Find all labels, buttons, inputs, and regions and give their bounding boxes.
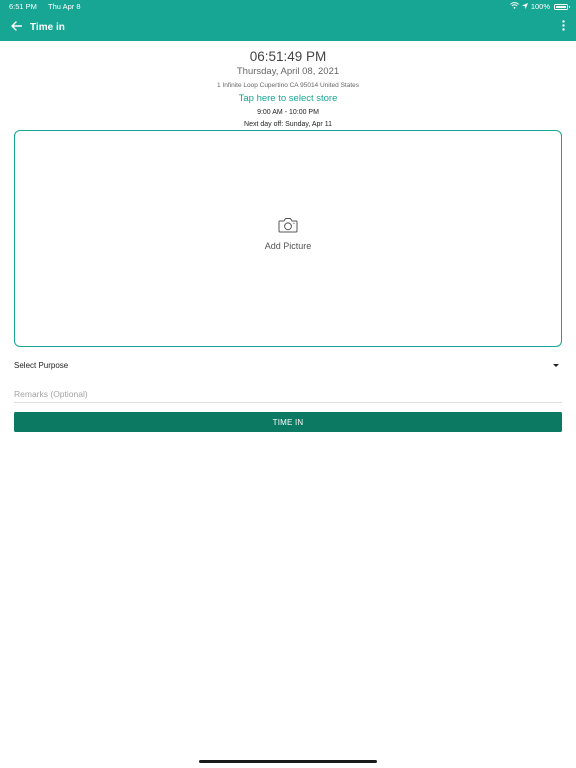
arrow-left-icon <box>10 18 22 36</box>
next-day-off: Next day off: Sunday, Apr 11 <box>244 121 332 128</box>
add-picture-area[interactable]: Add Picture <box>14 130 562 347</box>
status-bar-right: 100% <box>509 0 570 14</box>
status-date: Thu Apr 8 <box>48 2 81 11</box>
camera-icon <box>278 217 298 233</box>
status-time: 6:51 PM <box>9 2 37 11</box>
app-bar: 6:51 PM Thu Apr 8 100% Time in <box>0 0 576 41</box>
status-bar: 6:51 PM Thu Apr 8 100% <box>0 0 576 14</box>
home-indicator[interactable] <box>199 760 377 763</box>
time-in-button[interactable]: TIME IN <box>14 412 562 432</box>
battery-percent: 100% <box>530 2 550 11</box>
time-in-info: 06:51:49 PM Thursday, April 08, 2021 1 I… <box>0 48 576 129</box>
remarks-input[interactable] <box>14 386 562 403</box>
purpose-select[interactable]: Select Purpose <box>14 358 562 374</box>
store-hours: 9:00 AM - 10:00 PM <box>257 109 319 116</box>
caret-down-icon <box>553 364 559 367</box>
more-vertical-icon <box>561 18 565 36</box>
wifi-icon <box>509 0 519 14</box>
add-picture-label: Add Picture <box>264 241 312 251</box>
location-arrow-icon <box>521 0 528 14</box>
toolbar: Time in <box>0 14 576 41</box>
add-picture-content: Add Picture <box>15 217 561 251</box>
status-bar-left: 6:51 PM Thu Apr 8 <box>9 0 81 14</box>
battery-icon <box>554 4 570 10</box>
purpose-select-label: Select Purpose <box>14 361 69 370</box>
select-store-link[interactable]: Tap here to select store <box>0 93 576 105</box>
current-address: 1 Infinite Loop Cupertino CA 95014 Unite… <box>216 82 359 89</box>
current-date: Thursday, April 08, 2021 <box>236 66 340 77</box>
back-button[interactable] <box>8 19 24 35</box>
page-title: Time in <box>30 22 65 33</box>
more-options-button[interactable] <box>558 19 568 35</box>
current-time: 06:51:49 PM <box>249 49 327 64</box>
